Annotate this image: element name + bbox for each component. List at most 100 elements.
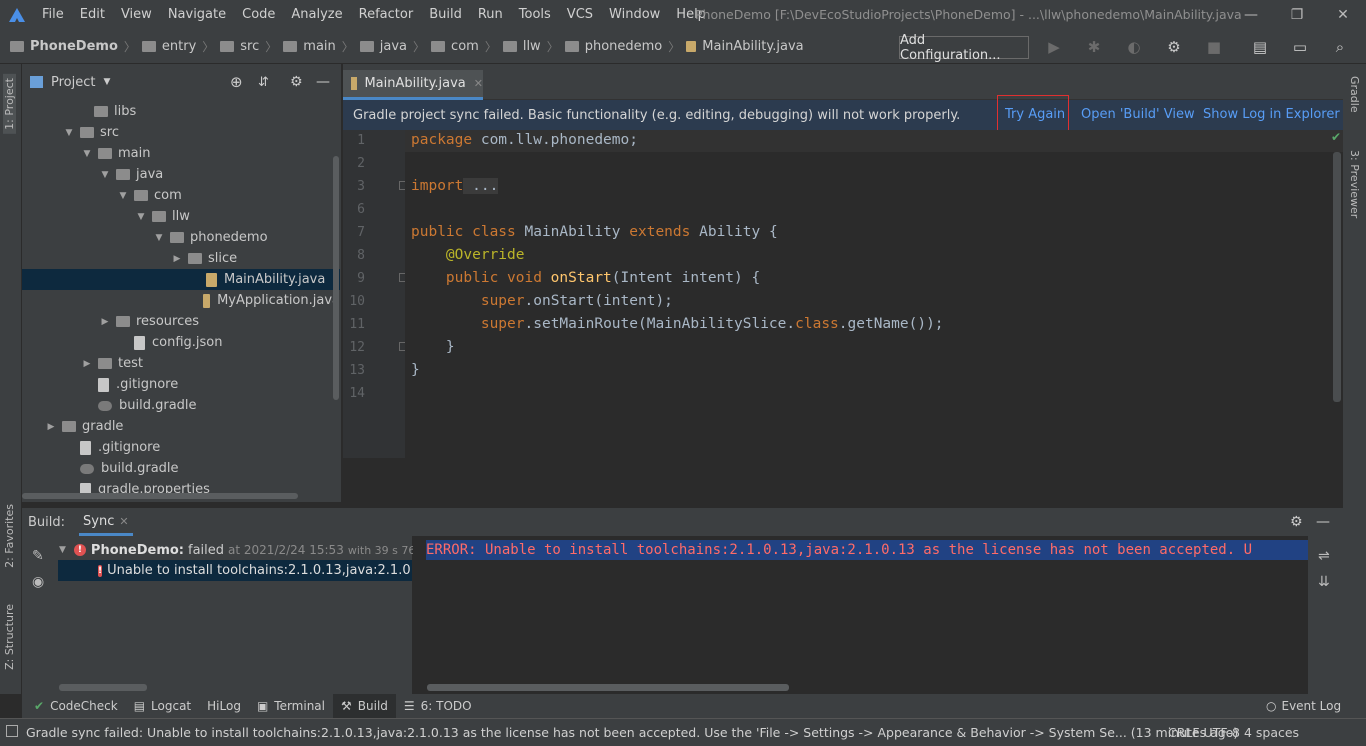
tree-item[interactable]: ▼ main <box>22 143 340 164</box>
project-view-selector[interactable]: Project <box>51 75 95 90</box>
open-build-view-link[interactable]: Open 'Build' View <box>1081 107 1195 122</box>
hide-icon[interactable]: — <box>1316 514 1330 530</box>
menu-tools[interactable]: Tools <box>511 0 559 30</box>
breadcrumb-file[interactable]: MainAbility.java <box>686 39 804 54</box>
chevron-down-icon[interactable]: ▼ <box>136 212 146 222</box>
tool-tab-previewer[interactable]: 3: Previewer <box>1348 150 1361 218</box>
try-again-link[interactable]: Try Again <box>1005 107 1065 122</box>
menu-navigate[interactable]: Navigate <box>160 0 234 30</box>
show-log-link[interactable]: Show Log in Explorer <box>1203 107 1340 122</box>
tab-todo[interactable]: ☰ 6: TODO <box>396 694 480 718</box>
stop-icon[interactable]: ■ <box>1202 36 1226 58</box>
scroll-to-end-icon[interactable]: ⇊ <box>1318 574 1330 590</box>
tab-event-log[interactable]: ○ Event Log <box>1258 694 1349 718</box>
locate-icon[interactable]: ⊕ <box>230 73 243 91</box>
menu-window[interactable]: Window <box>601 0 668 30</box>
menu-edit[interactable]: Edit <box>72 0 113 30</box>
chevron-down-icon[interactable]: ▼ <box>64 128 74 138</box>
tree-item[interactable]: ▶ test <box>22 353 340 374</box>
horizontal-scrollbar[interactable] <box>22 493 298 499</box>
tree-item[interactable]: build.gradle <box>22 395 340 416</box>
tab-codecheck[interactable]: ✔ CodeCheck <box>26 694 126 718</box>
editor-scrollbar[interactable] <box>1333 152 1341 402</box>
run-icon[interactable]: ▶ <box>1042 36 1066 58</box>
tree-item[interactable]: ▼ llw <box>22 206 340 227</box>
tree-item[interactable]: .gitignore <box>22 437 340 458</box>
tab-hilog[interactable]: HiLog <box>199 694 249 718</box>
eye-icon[interactable]: ◉ <box>32 574 44 590</box>
breadcrumb-java[interactable]: java 〉 <box>359 38 431 55</box>
breadcrumb-llw[interactable]: llw 〉 <box>502 38 565 55</box>
tree-item[interactable]: config.json <box>22 332 340 353</box>
tool-tab-structure[interactable]: Z: Structure <box>3 604 16 670</box>
restore-icon[interactable]: ❐ <box>1274 0 1320 30</box>
tree-item[interactable]: ▶ slice <box>22 248 340 269</box>
gear-icon[interactable]: ⚙ <box>1162 36 1186 58</box>
status-toggle-icon[interactable] <box>6 725 18 737</box>
add-configuration-button[interactable]: Add Configuration... <box>899 33 1029 63</box>
menu-code[interactable]: Code <box>234 0 283 30</box>
breadcrumb-phonedemo[interactable]: phonedemo 〉 <box>564 38 687 55</box>
profile-icon[interactable]: ◐ <box>1122 36 1146 58</box>
tree-item[interactable]: ▼ phonedemo <box>22 227 340 248</box>
tab-mainability-java[interactable]: MainAbility.java ✕ <box>343 70 483 100</box>
tree-item[interactable]: libs <box>22 101 340 122</box>
collapse-all-icon[interactable]: ⇵ <box>258 75 269 90</box>
tree-item[interactable]: MainAbility.java <box>22 269 340 290</box>
close-icon[interactable]: ✕ <box>119 515 128 528</box>
hide-icon[interactable]: — <box>316 74 330 90</box>
tree-item[interactable]: MyApplication.java <box>22 290 340 311</box>
tree-item[interactable]: ▶ gradle <box>22 416 340 437</box>
device-manager-icon[interactable]: ▭ <box>1288 36 1312 58</box>
vertical-scrollbar[interactable] <box>333 156 339 400</box>
tree-item[interactable]: .gitignore <box>22 374 340 395</box>
tree-item[interactable]: ▼ java <box>22 164 340 185</box>
chevron-right-icon[interactable]: ▶ <box>172 254 182 264</box>
tree-item[interactable]: ▼ com <box>22 185 340 206</box>
code-editor[interactable]: package com.llw.phonedemo; import ... pu… <box>405 130 1343 458</box>
tab-sync[interactable]: Sync ✕ <box>79 508 133 536</box>
close-icon[interactable]: ✕ <box>474 77 483 90</box>
pin-icon[interactable]: ✎ <box>32 548 44 564</box>
tool-tab-gradle[interactable]: Gradle <box>1348 76 1361 113</box>
tab-terminal[interactable]: ▣ Terminal <box>249 694 333 718</box>
chevron-down-icon[interactable]: ▼ <box>100 170 110 180</box>
menu-vcs[interactable]: VCS <box>559 0 601 30</box>
chevron-right-icon[interactable]: ▶ <box>100 317 110 327</box>
breadcrumb-com[interactable]: com 〉 <box>431 38 503 55</box>
horizontal-scrollbar[interactable] <box>427 684 789 691</box>
chevron-down-icon[interactable]: ▼ <box>59 545 66 555</box>
project-structure-icon[interactable]: ▤ <box>1248 36 1272 58</box>
minimize-icon[interactable]: — <box>1228 0 1274 30</box>
close-icon[interactable]: ✕ <box>1320 0 1366 30</box>
debug-icon[interactable]: ✱ <box>1082 36 1106 58</box>
menu-refactor[interactable]: Refactor <box>351 0 422 30</box>
horizontal-scrollbar[interactable] <box>59 684 147 691</box>
menu-file[interactable]: File <box>34 0 72 30</box>
search-icon[interactable]: ⌕ <box>1328 36 1352 58</box>
status-right-info[interactable]: CRLF UTF-8 4 spaces <box>1168 725 1299 740</box>
build-error-row[interactable]: ! Unable to install toolchains:2.1.0.13,… <box>58 560 412 581</box>
tab-build[interactable]: ⚒ Build <box>333 694 396 718</box>
build-console[interactable]: ERROR: Unable to install toolchains:2.1.… <box>413 536 1308 694</box>
chevron-right-icon[interactable]: ▶ <box>46 422 56 432</box>
chevron-right-icon[interactable]: ▶ <box>82 359 92 369</box>
breadcrumb-src[interactable]: src 〉 <box>220 38 283 55</box>
chevron-down-icon[interactable]: ▼ <box>82 149 92 159</box>
breadcrumb-project[interactable]: PhoneDemo 〉 <box>10 38 142 55</box>
soft-wrap-icon[interactable]: ⇌ <box>1318 548 1330 564</box>
tab-logcat[interactable]: ▤ Logcat <box>126 694 199 718</box>
tree-item[interactable]: build.gradle <box>22 458 340 479</box>
tool-tab-favorites[interactable]: 2: Favorites <box>3 504 16 568</box>
chevron-down-icon[interactable]: ▼ <box>118 191 128 201</box>
breadcrumb-main[interactable]: main 〉 <box>283 38 360 55</box>
gear-icon[interactable]: ⚙ <box>1290 514 1303 530</box>
build-root-row[interactable]: ▼ ! PhoneDemo: failed at 2021/2/24 15:53… <box>59 540 435 560</box>
menu-build[interactable]: Build <box>421 0 470 30</box>
tree-item[interactable]: ▶ resources <box>22 311 340 332</box>
menu-view[interactable]: View <box>113 0 160 30</box>
gear-icon[interactable]: ⚙ <box>290 74 303 90</box>
tool-tab-project[interactable]: 1: Project <box>3 74 16 134</box>
status-message[interactable]: Gradle sync failed: Unable to install to… <box>26 725 1238 740</box>
tree-item[interactable]: ▼ src <box>22 122 340 143</box>
